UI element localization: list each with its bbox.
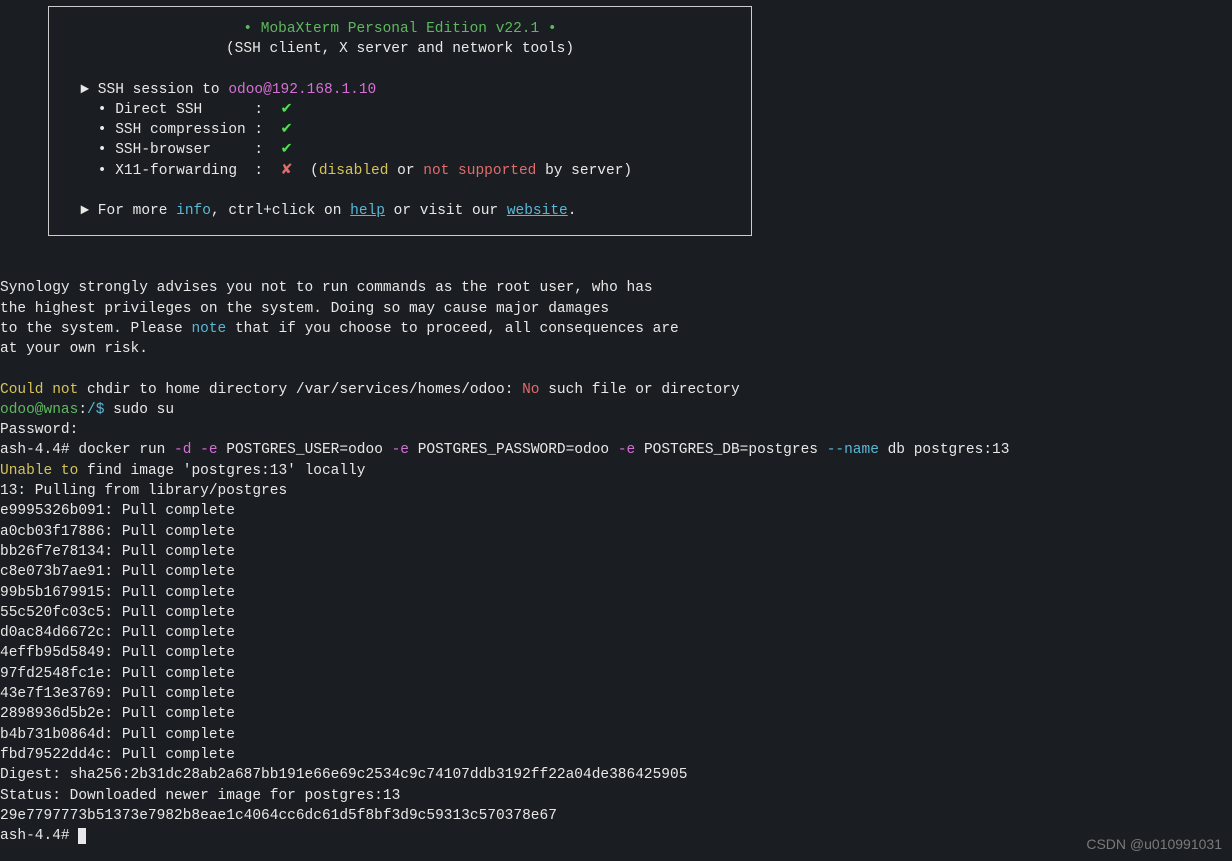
syn-warn-2: the highest privileges on the system. Do… xyxy=(0,299,1232,319)
syn-warn-4: at your own risk. xyxy=(0,339,1232,359)
root-prompt: ash-4.4# xyxy=(0,442,78,458)
layer-line: 4effb95d5849: Pull complete xyxy=(0,643,1232,663)
info-text: info xyxy=(176,203,211,219)
ssh-session-line: ► SSH session to odoo@192.168.1.10 xyxy=(63,80,737,100)
check-icon: ✔ xyxy=(281,142,293,158)
docker-command: ash-4.4# docker run -d -e POSTGRES_USER=… xyxy=(0,440,1232,460)
ssh-item-x11: • X11-forwarding : ✘ (disabled or not su… xyxy=(63,161,737,181)
header-box: • MobaXterm Personal Edition v22.1 • (SS… xyxy=(48,6,752,236)
layer-line: c8e073b7ae91: Pull complete xyxy=(0,562,1232,582)
layer-line: 97fd2548fc1e: Pull complete xyxy=(0,664,1232,684)
prompt-user: odoo@wnas xyxy=(0,402,78,418)
layer-line: e9995326b091: Pull complete xyxy=(0,501,1232,521)
syn-warn-1: Synology strongly advises you not to run… xyxy=(0,278,1232,298)
chdir-error: Could not chdir to home directory /var/s… xyxy=(0,380,1232,400)
check-icon: ✔ xyxy=(281,102,293,118)
prompt-line[interactable]: odoo@wnas:/$ sudo su xyxy=(0,400,1232,420)
layer-line: b4b731b0864d: Pull complete xyxy=(0,725,1232,745)
status-line: Status: Downloaded newer image for postg… xyxy=(0,786,1232,806)
watermark: CSDN @u010991031 xyxy=(1086,835,1222,855)
prompt-path: /$ xyxy=(87,402,113,418)
app-subtitle: (SSH client, X server and network tools) xyxy=(63,39,737,59)
layer-line: fbd79522dd4c: Pull complete xyxy=(0,745,1232,765)
syn-warn-3: to the system. Please note that if you c… xyxy=(0,319,1232,339)
layer-line: 2898936d5b2e: Pull complete xyxy=(0,704,1232,724)
ssh-target: odoo@192.168.1.10 xyxy=(228,82,376,98)
ssh-item-browser: • SSH-browser : ✔ xyxy=(63,140,737,160)
ssh-item-direct: • Direct SSH : ✔ xyxy=(63,100,737,120)
cursor-icon xyxy=(78,828,86,844)
website-link[interactable]: website xyxy=(507,203,568,219)
layer-line: a0cb03f17886: Pull complete xyxy=(0,522,1232,542)
layer-line: d0ac84d6672c: Pull complete xyxy=(0,623,1232,643)
password-prompt[interactable]: Password: xyxy=(0,420,1232,440)
unable-line: Unable to find image 'postgres:13' local… xyxy=(0,461,1232,481)
layer-line: 55c520fc03c5: Pull complete xyxy=(0,603,1232,623)
digest-line: Digest: sha256:2b31dc28ab2a687bb191e66e6… xyxy=(0,765,1232,785)
final-prompt[interactable]: ash-4.4# xyxy=(0,826,1232,846)
check-icon: ✔ xyxy=(281,122,293,138)
terminal-output[interactable]: • MobaXterm Personal Edition v22.1 • (SS… xyxy=(0,6,1232,846)
app-title: • MobaXterm Personal Edition v22.1 • xyxy=(63,19,737,39)
help-link[interactable]: help xyxy=(350,203,385,219)
layer-line: 43e7f13e3769: Pull complete xyxy=(0,684,1232,704)
layer-list: e9995326b091: Pull completea0cb03f17886:… xyxy=(0,501,1232,765)
layer-line: bb26f7e78134: Pull complete xyxy=(0,542,1232,562)
hash-line: 29e7797773b51373e7982b8eae1c4064cc6dc61d… xyxy=(0,806,1232,826)
more-info-line: ► For more info, ctrl+click on help or v… xyxy=(63,201,737,221)
pulling-line: 13: Pulling from library/postgres xyxy=(0,481,1232,501)
sudo-command: sudo su xyxy=(113,402,174,418)
cross-icon: ✘ xyxy=(281,163,293,179)
ssh-item-compression: • SSH compression : ✔ xyxy=(63,120,737,140)
layer-line: 99b5b1679915: Pull complete xyxy=(0,583,1232,603)
